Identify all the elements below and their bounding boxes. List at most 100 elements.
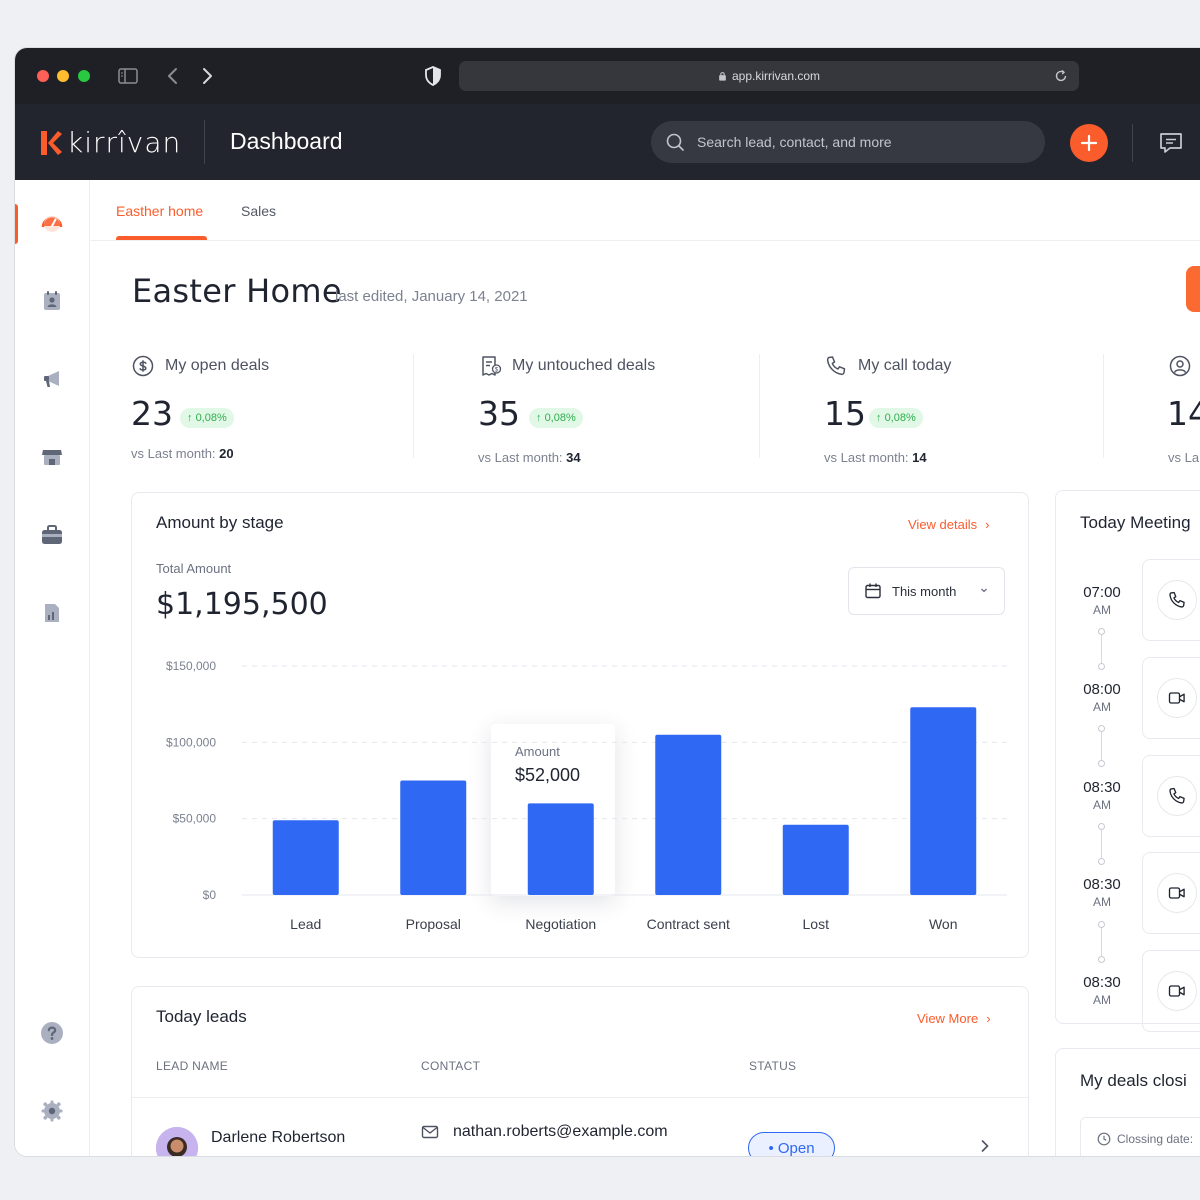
- app-logo[interactable]: kirrîvan: [39, 126, 181, 159]
- stat-foot-value: 20: [219, 446, 234, 461]
- meeting-time-ampm: AM: [1093, 993, 1111, 1007]
- create-new-button[interactable]: [1070, 124, 1108, 162]
- stat-label: My call today: [858, 357, 952, 374]
- column-header-lead-name: LEAD NAME: [156, 1059, 229, 1073]
- x-tick-label: Lost: [803, 916, 830, 932]
- stat-foot-label: vs Last month:: [824, 450, 909, 465]
- meeting-time-value: 08:30: [1083, 974, 1121, 991]
- stat-foot-value: 14: [912, 450, 927, 465]
- tab-sales[interactable]: Sales: [241, 203, 276, 219]
- stat-value: 15: [824, 394, 866, 433]
- meeting-time-value: 08:30: [1083, 779, 1121, 796]
- meeting-item[interactable]: [1142, 852, 1200, 934]
- meeting-time-ampm: AM: [1093, 603, 1111, 617]
- stat-change-value: 0,08%: [544, 412, 576, 424]
- sidebar: [15, 180, 90, 1156]
- page-title: Easter Home: [132, 272, 342, 310]
- sidebar-item-help[interactable]: [37, 1018, 67, 1048]
- page-tabs: Easther home Sales: [91, 180, 1200, 241]
- lock-icon: [719, 72, 726, 81]
- sidebar-active-indicator: [15, 204, 18, 244]
- lead-name[interactable]: Darlene Robertson: [211, 1129, 345, 1147]
- invoice-icon: $: [482, 356, 502, 376]
- sidebar-toggle-icon[interactable]: [116, 64, 140, 88]
- arrow-up-icon: ↑: [536, 412, 545, 424]
- arrow-up-icon: ↑: [187, 412, 196, 424]
- stat-value: 35: [478, 394, 520, 433]
- timeline-node: [1098, 858, 1105, 865]
- close-window-button[interactable]: [37, 70, 49, 82]
- arrow-up-icon: ↑: [876, 412, 885, 424]
- active-tab-underline: [116, 236, 207, 240]
- megaphone-icon: [44, 371, 59, 387]
- sidebar-item-dashboard[interactable]: [37, 208, 67, 238]
- video-icon: [1168, 985, 1185, 997]
- stat-foot-value: 34: [566, 450, 581, 465]
- meeting-item[interactable]: [1142, 755, 1200, 837]
- chart-bar: [527, 803, 594, 895]
- meeting-item[interactable]: [1142, 657, 1200, 739]
- maximize-window-button[interactable]: [78, 70, 90, 82]
- person-avatar-icon: [156, 1127, 198, 1156]
- card-title: Today Meeting: [1080, 513, 1191, 532]
- forward-icon[interactable]: [195, 64, 219, 88]
- deal-item[interactable]: Clossing date:: [1080, 1117, 1200, 1156]
- global-search[interactable]: [651, 121, 1045, 163]
- stat-comparison: vs Last month: 34: [478, 450, 581, 465]
- back-icon[interactable]: [161, 64, 185, 88]
- minimize-window-button[interactable]: [57, 70, 69, 82]
- timeline-node: [1098, 628, 1105, 635]
- phone-icon: [1169, 591, 1185, 608]
- browser-window: app.kirrivan.com kirrîvan Dashboard Sear…: [15, 48, 1200, 1156]
- today-meeting-card: Today Meeting 07:00 AM 08:00 AM 08:30 AM 08…: [1055, 490, 1200, 1032]
- sidebar-item-reports[interactable]: [37, 598, 67, 628]
- timeline-line: [1101, 928, 1102, 956]
- timeline-line: [1101, 635, 1102, 663]
- timeline-node: [1098, 760, 1105, 767]
- search-input[interactable]: [697, 134, 1017, 150]
- x-tick-label: Proposal: [406, 916, 461, 932]
- stat-divider: [759, 354, 760, 458]
- stat-change-value: 0,08%: [195, 412, 227, 424]
- kirrivan-logo-icon: [41, 130, 62, 155]
- table-header-divider: [132, 1097, 1028, 1098]
- stat-change-value: 0,08%: [884, 412, 916, 424]
- main-content: Easther home Sales Easter Home last edit…: [91, 180, 1200, 1156]
- video-icon: [1168, 887, 1185, 899]
- meeting-time-ampm: AM: [1093, 895, 1111, 909]
- address-bar[interactable]: app.kirrivan.com: [459, 61, 1079, 91]
- clock-icon: [1097, 1132, 1111, 1146]
- stat-divider: [1103, 354, 1104, 458]
- chart-bar: [400, 780, 467, 895]
- sidebar-item-settings[interactable]: [37, 1096, 67, 1126]
- shield-icon[interactable]: [421, 64, 445, 88]
- timeline-node: [1098, 823, 1105, 830]
- meeting-time-value: 07:00: [1083, 584, 1121, 601]
- message-icon[interactable]: [1158, 131, 1184, 155]
- view-more-link[interactable]: View More ›: [917, 1011, 991, 1026]
- tab-easther-home[interactable]: Easther home: [116, 203, 203, 219]
- stat-foot-label: vs Last month:: [478, 450, 563, 465]
- stat-divider: [413, 354, 414, 458]
- page-action-button[interactable]: [1186, 266, 1200, 312]
- meeting-item[interactable]: [1142, 950, 1200, 1032]
- page-subtitle: last edited, January 14, 2021: [335, 288, 528, 305]
- column-header-contact: CONTACT: [421, 1059, 481, 1073]
- sidebar-item-store[interactable]: [37, 442, 67, 472]
- reload-icon[interactable]: [1053, 68, 1069, 84]
- stat-label: My open deals: [165, 357, 270, 374]
- sidebar-item-campaigns[interactable]: [37, 364, 67, 394]
- closing-date-label: Clossing date:: [1117, 1132, 1194, 1146]
- chevron-right-icon[interactable]: [978, 1139, 992, 1153]
- x-tick-label: Negotiation: [525, 916, 596, 932]
- sidebar-item-contacts[interactable]: [37, 286, 67, 316]
- stat-untouched-deals: $ My untouched deals 35 ↑ 0,08% vs Last …: [478, 354, 778, 465]
- dollar-circle-icon: [132, 355, 154, 377]
- sidebar-item-deals[interactable]: [37, 520, 67, 550]
- stat-value: 14: [1167, 394, 1200, 433]
- lead-contact[interactable]: nathan.roberts@example.com: [421, 1123, 668, 1141]
- meeting-time: 08:30 AM: [1080, 974, 1124, 1007]
- meeting-item[interactable]: [1142, 559, 1200, 641]
- meeting-time: 07:00 AM: [1080, 584, 1124, 617]
- contact-book-icon: [44, 291, 60, 310]
